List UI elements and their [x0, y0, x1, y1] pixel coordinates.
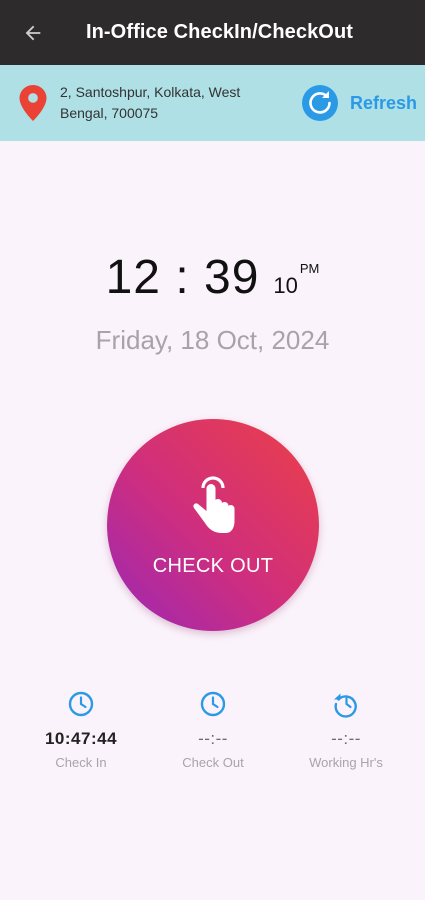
check-in-label: Check In: [55, 755, 107, 770]
current-time: 12 : 39 10PM: [0, 250, 425, 305]
refresh-label: Refresh: [350, 92, 418, 113]
current-date: Friday, 18 Oct, 2024: [95, 325, 330, 355]
refresh-button[interactable]: Refresh: [302, 84, 417, 122]
current-address: 2, Santoshpur, Kolkata, West Bengal, 700…: [60, 84, 241, 121]
app-bar: In-Office CheckIn/CheckOut: [0, 0, 425, 65]
clock-icon: [200, 691, 226, 717]
check-out-label-text: Check Out: [182, 755, 244, 770]
time-hours-minutes: 12 : 39: [105, 251, 260, 304]
check-in-time: 10:47:44: [44, 729, 118, 748]
location-bar: 2, Santoshpur, Kolkata, West Bengal, 700…: [0, 65, 425, 141]
working-hours-value: --:--: [331, 729, 361, 748]
time-ampm: PM: [299, 261, 320, 276]
time-seconds: 10: [273, 273, 298, 298]
working-hours-label: Working Hr's: [309, 755, 383, 770]
tap-hand-icon: [193, 476, 235, 533]
check-out-button[interactable]: CHECK OUT: [107, 419, 319, 631]
refresh-icon: [302, 85, 338, 121]
stat-check-in: 10:47:44 Check In: [11, 690, 151, 770]
stat-working-hours: --:-- Working Hr's: [276, 690, 416, 770]
map-pin-icon: [19, 85, 47, 121]
history-icon: [334, 693, 357, 718]
page-title: In-Office CheckIn/CheckOut: [85, 21, 354, 43]
check-out-label: CHECK OUT: [152, 555, 274, 577]
clock-icon: [68, 691, 94, 717]
check-out-time: --:--: [198, 729, 228, 748]
stat-check-out: --:-- Check Out: [143, 690, 283, 770]
